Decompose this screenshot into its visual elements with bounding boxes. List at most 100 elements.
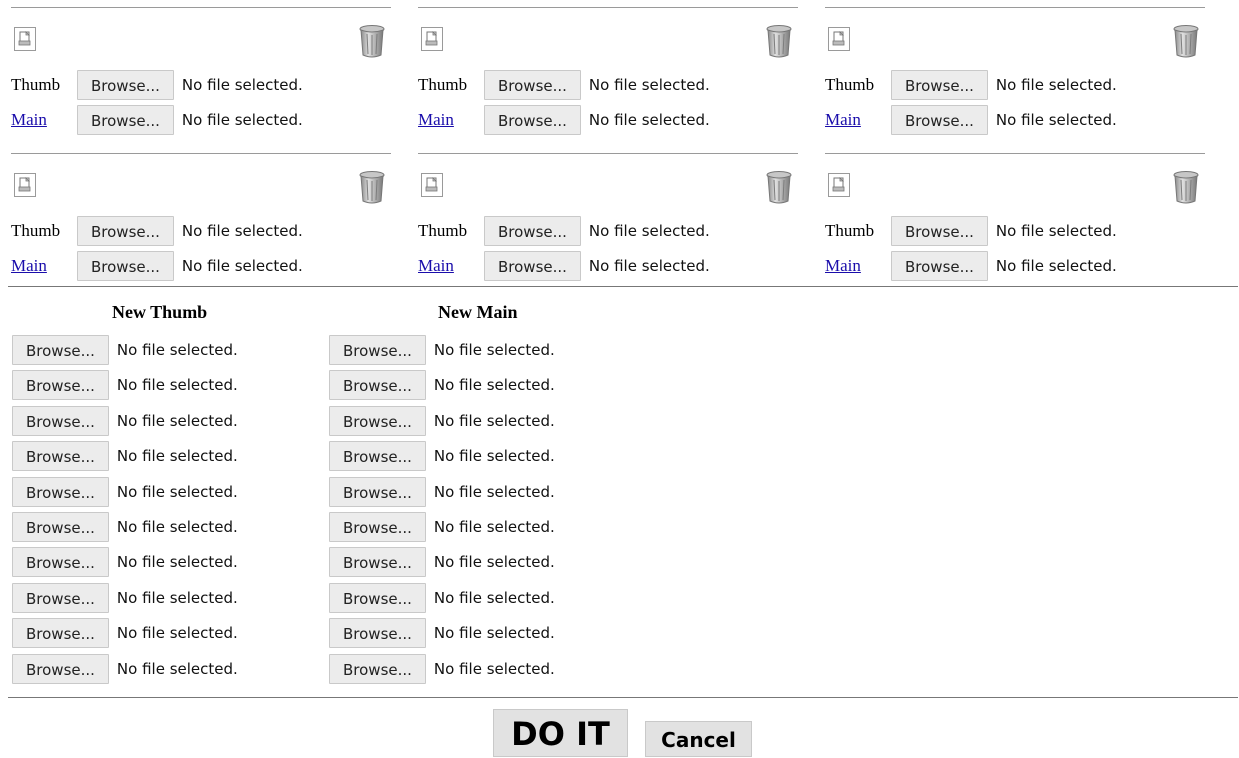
image-card: Thumb Browse... No file selected. Main Brows… bbox=[825, 7, 1213, 147]
new-main-browse-button[interactable]: Browse... bbox=[329, 618, 426, 649]
new-thumb-browse-button[interactable]: Browse... bbox=[12, 335, 109, 365]
cancel-button[interactable]: Cancel bbox=[645, 721, 752, 757]
new-thumb-file-status: No file selected. bbox=[116, 659, 238, 678]
image-placeholder-icon bbox=[421, 27, 443, 51]
new-thumb-upload-row: Browse... No file selected. bbox=[12, 476, 238, 508]
new-thumb-file-status: No file selected. bbox=[116, 553, 238, 572]
new-thumb-browse-button[interactable]: Browse... bbox=[12, 547, 109, 578]
new-thumb-file-status: No file selected. bbox=[116, 588, 238, 607]
main-browse-button[interactable]: Browse... bbox=[77, 251, 174, 281]
new-main-upload-row: Browse... No file selected. bbox=[329, 476, 555, 508]
new-thumb-file-status: No file selected. bbox=[116, 341, 238, 359]
image-placeholder-icon bbox=[14, 27, 36, 51]
trash-icon[interactable] bbox=[766, 24, 792, 58]
new-main-upload-row: Browse... No file selected. bbox=[329, 369, 555, 401]
card-divider bbox=[11, 7, 391, 8]
thumb-file-status: No file selected. bbox=[588, 222, 710, 240]
main-link[interactable]: Main bbox=[418, 110, 484, 130]
new-main-file-status: No file selected. bbox=[433, 659, 555, 678]
new-thumb-browse-button[interactable]: Browse... bbox=[12, 582, 109, 613]
thumb-label: Thumb bbox=[418, 75, 468, 94]
main-browse-button[interactable]: Browse... bbox=[77, 105, 174, 135]
new-thumb-header: New Thumb bbox=[112, 302, 208, 322]
new-main-header: New Main bbox=[438, 302, 518, 322]
thumb-browse-button[interactable]: Browse... bbox=[891, 70, 988, 100]
image-card: Thumb Browse... No file selected. Main Brows… bbox=[418, 153, 806, 293]
new-thumb-browse-button[interactable]: Browse... bbox=[12, 370, 109, 401]
thumb-file-status: No file selected. bbox=[995, 222, 1117, 240]
main-link[interactable]: Main bbox=[418, 256, 484, 276]
thumb-file-status: No file selected. bbox=[588, 76, 710, 94]
new-thumb-file-status: No file selected. bbox=[116, 411, 238, 430]
thumb-label: Thumb bbox=[11, 75, 61, 94]
new-main-file-status: No file selected. bbox=[433, 482, 555, 501]
main-file-status: No file selected. bbox=[995, 257, 1117, 275]
trash-icon[interactable] bbox=[1173, 170, 1199, 204]
main-link[interactable]: Main bbox=[11, 110, 77, 130]
main-browse-button[interactable]: Browse... bbox=[484, 105, 581, 135]
bottom-divider bbox=[8, 697, 1238, 698]
thumb-row: Thumb Browse... No file selected. bbox=[418, 69, 710, 101]
new-thumb-browse-button[interactable]: Browse... bbox=[12, 618, 109, 649]
thumb-row: Thumb Browse... No file selected. bbox=[11, 69, 303, 101]
thumb-row: Thumb Browse... No file selected. bbox=[418, 215, 710, 247]
new-main-file-status: No file selected. bbox=[433, 447, 555, 466]
main-browse-button[interactable]: Browse... bbox=[484, 251, 581, 281]
new-main-file-status: No file selected. bbox=[433, 376, 555, 395]
new-main-browse-button[interactable]: Browse... bbox=[329, 653, 426, 684]
trash-icon[interactable] bbox=[766, 170, 792, 204]
new-main-browse-button[interactable]: Browse... bbox=[329, 582, 426, 613]
new-thumb-file-status: No file selected. bbox=[116, 518, 238, 536]
main-browse-button[interactable]: Browse... bbox=[891, 251, 988, 281]
new-thumb-upload-row: Browse... No file selected. bbox=[12, 546, 238, 578]
thumb-row: Thumb Browse... No file selected. bbox=[11, 215, 303, 247]
new-main-browse-button[interactable]: Browse... bbox=[329, 335, 426, 365]
thumb-browse-button[interactable]: Browse... bbox=[77, 216, 174, 246]
image-placeholder-icon bbox=[14, 173, 36, 197]
trash-icon[interactable] bbox=[359, 170, 385, 204]
section-divider bbox=[8, 286, 1238, 287]
new-thumb-browse-button[interactable]: Browse... bbox=[12, 405, 109, 436]
new-thumb-upload-row: Browse... No file selected. bbox=[12, 617, 238, 649]
thumb-browse-button[interactable]: Browse... bbox=[484, 216, 581, 246]
thumb-label: Thumb bbox=[825, 221, 875, 240]
new-main-browse-button[interactable]: Browse... bbox=[329, 441, 426, 472]
main-file-status: No file selected. bbox=[181, 257, 303, 275]
thumb-browse-button[interactable]: Browse... bbox=[891, 216, 988, 246]
new-main-browse-button[interactable]: Browse... bbox=[329, 476, 426, 507]
main-row: Main Browse... No file selected. bbox=[825, 104, 1117, 136]
new-thumb-browse-button[interactable]: Browse... bbox=[12, 512, 109, 542]
trash-icon[interactable] bbox=[1173, 24, 1199, 58]
thumb-label: Thumb bbox=[825, 75, 875, 94]
new-thumb-browse-button[interactable]: Browse... bbox=[12, 653, 109, 684]
thumb-browse-button[interactable]: Browse... bbox=[77, 70, 174, 100]
new-main-upload-row: Browse... No file selected. bbox=[329, 440, 555, 472]
do-it-button[interactable]: DO IT bbox=[493, 709, 628, 757]
new-main-browse-button[interactable]: Browse... bbox=[329, 547, 426, 578]
new-thumb-file-status: No file selected. bbox=[116, 447, 238, 466]
new-main-browse-button[interactable]: Browse... bbox=[329, 512, 426, 542]
new-main-file-status: No file selected. bbox=[433, 518, 555, 536]
main-file-status: No file selected. bbox=[588, 111, 710, 129]
main-link[interactable]: Main bbox=[825, 256, 891, 276]
new-main-browse-button[interactable]: Browse... bbox=[329, 405, 426, 436]
new-thumb-browse-button[interactable]: Browse... bbox=[12, 441, 109, 472]
main-file-status: No file selected. bbox=[995, 111, 1117, 129]
new-main-browse-button[interactable]: Browse... bbox=[329, 370, 426, 401]
new-main-file-status: No file selected. bbox=[433, 341, 555, 359]
new-main-file-status: No file selected. bbox=[433, 553, 555, 572]
image-card: Thumb Browse... No file selected. Main Brows… bbox=[418, 7, 806, 147]
card-divider bbox=[11, 153, 391, 154]
thumb-browse-button[interactable]: Browse... bbox=[484, 70, 581, 100]
card-divider bbox=[825, 7, 1205, 8]
thumb-label: Thumb bbox=[11, 221, 61, 240]
new-main-upload-row: Browse... No file selected. bbox=[329, 405, 555, 437]
trash-icon[interactable] bbox=[359, 24, 385, 58]
thumb-row: Thumb Browse... No file selected. bbox=[825, 69, 1117, 101]
main-row: Main Browse... No file selected. bbox=[11, 104, 303, 136]
main-browse-button[interactable]: Browse... bbox=[891, 105, 988, 135]
new-thumb-browse-button[interactable]: Browse... bbox=[12, 476, 109, 507]
main-link[interactable]: Main bbox=[825, 110, 891, 130]
thumb-row: Thumb Browse... No file selected. bbox=[825, 215, 1117, 247]
main-link[interactable]: Main bbox=[11, 256, 77, 276]
